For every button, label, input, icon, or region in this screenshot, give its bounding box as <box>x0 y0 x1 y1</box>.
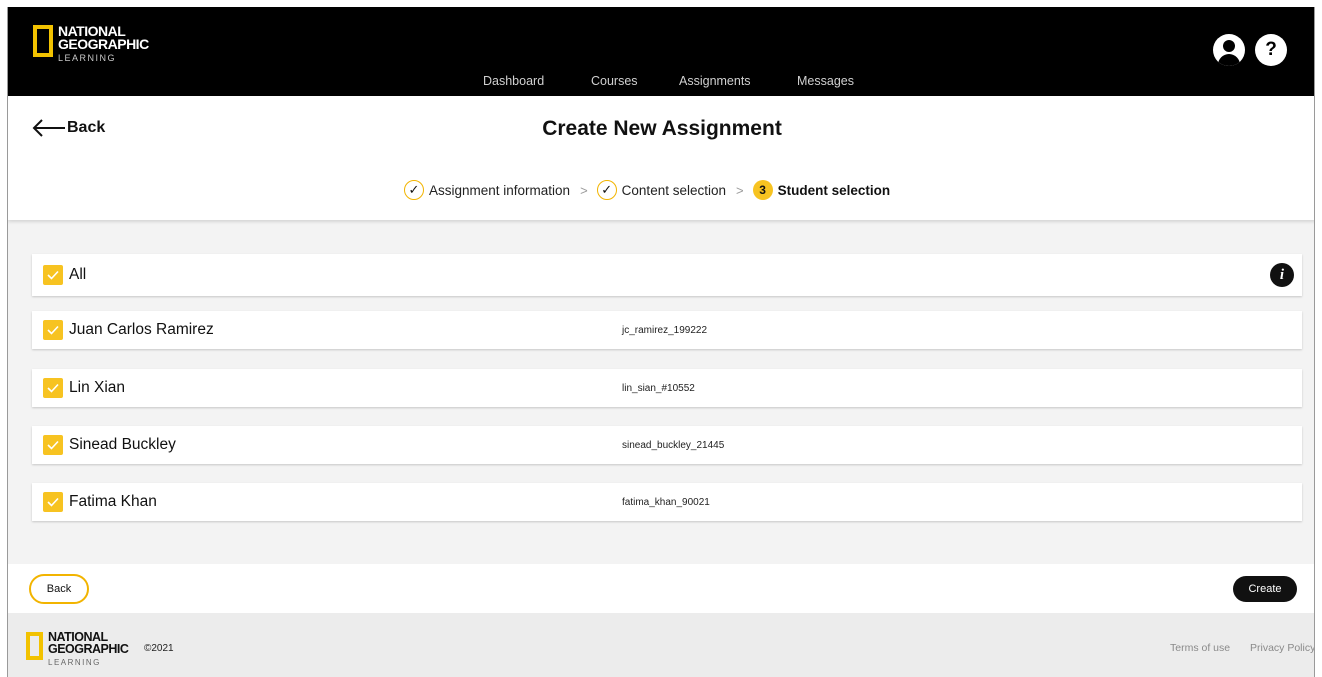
student-row: Lin Xian lin_sian_#10552 <box>32 369 1302 407</box>
student-name: Juan Carlos Ramirez <box>69 321 214 338</box>
action-bar: Back Create <box>8 564 1314 613</box>
checkmark-icon <box>47 383 59 393</box>
logo-yellow-border-icon <box>33 25 53 57</box>
nav-messages[interactable]: Messages <box>797 74 854 88</box>
step-3-number-icon: 3 <box>752 180 773 200</box>
step-separator-chevron-icon: > <box>580 182 588 198</box>
user-icon-body <box>1218 54 1240 66</box>
student-name: Sinead Buckley <box>69 436 176 453</box>
footer-brand-logo[interactable]: NATIONAL GEOGRAPHIC LEARNING <box>26 631 129 668</box>
select-all-row: All i <box>32 254 1302 296</box>
logo-yellow-border-icon <box>26 632 43 660</box>
app-window: NATIONAL GEOGRAPHIC LEARNING Dashboard C… <box>7 7 1315 677</box>
step-1-label[interactable]: Assignment information <box>429 183 570 198</box>
checkmark-icon <box>47 270 59 280</box>
footer-logo-line-2: GEOGRAPHIC <box>48 641 129 656</box>
student-checkbox[interactable] <box>43 492 63 512</box>
logo-line-2: GEOGRAPHIC <box>58 36 149 52</box>
student-row: Fatima Khan fatima_khan_90021 <box>32 483 1302 521</box>
student-name: Lin Xian <box>69 379 126 396</box>
top-navigation-bar: NATIONAL GEOGRAPHIC LEARNING Dashboard C… <box>8 7 1314 96</box>
terms-of-use-link[interactable]: Terms of use <box>1170 642 1230 654</box>
main-nav: Dashboard Courses Assignments Messages <box>8 74 1314 90</box>
step-3-label[interactable]: Student selection <box>778 183 891 198</box>
page-title: Create New Assignment <box>542 117 782 140</box>
checkmark-icon <box>47 325 59 335</box>
nav-courses[interactable]: Courses <box>591 74 638 88</box>
checkmark-icon <box>47 440 59 450</box>
student-checkbox[interactable] <box>43 320 63 340</box>
student-name: Fatima Khan <box>69 493 157 510</box>
create-button[interactable]: Create <box>1233 576 1297 602</box>
footer-logo-text: NATIONAL GEOGRAPHIC LEARNING <box>48 631 129 668</box>
student-row: Sinead Buckley sinead_buckley_21445 <box>32 426 1302 464</box>
student-username: fatima_khan_90021 <box>622 496 710 508</box>
checkmark-icon <box>47 497 59 507</box>
step-2-check-icon: ✓ <box>596 180 617 200</box>
select-all-label: All <box>69 266 87 283</box>
copyright-text: ©2021 <box>144 643 174 654</box>
page-footer: NATIONAL GEOGRAPHIC LEARNING ©2021 Terms… <box>8 613 1314 677</box>
nav-assignments[interactable]: Assignments <box>679 74 751 88</box>
privacy-policy-link[interactable]: Privacy Policy <box>1250 642 1314 654</box>
logo-line-3: LEARNING <box>58 53 117 63</box>
student-row: Juan Carlos Ramirez jc_ramirez_199222 <box>32 311 1302 349</box>
student-checkbox[interactable] <box>43 435 63 455</box>
step-1-check-icon: ✓ <box>404 180 424 200</box>
step-separator-chevron-icon: > <box>736 182 744 198</box>
student-username: jc_ramirez_199222 <box>622 324 708 336</box>
back-button[interactable]: Back <box>29 574 89 604</box>
info-icon[interactable]: i <box>1270 263 1294 287</box>
footer-logo-line-3: LEARNING <box>48 658 101 667</box>
student-username: lin_sian_#10552 <box>622 382 695 394</box>
student-username: sinead_buckley_21445 <box>622 439 725 451</box>
brand-logo[interactable]: NATIONAL GEOGRAPHIC LEARNING <box>33 24 149 64</box>
page-header: Back Create New Assignment ✓ Assignment … <box>8 96 1314 220</box>
step-2-label[interactable]: Content selection <box>622 183 726 198</box>
assignment-stepper: ✓ Assignment information > ✓ Content sel… <box>404 179 890 201</box>
student-checkbox[interactable] <box>43 378 63 398</box>
user-icon[interactable] <box>1213 34 1245 66</box>
user-icon-head <box>1223 40 1235 52</box>
nav-dashboard[interactable]: Dashboard <box>483 74 544 88</box>
select-all-checkbox[interactable] <box>43 265 63 285</box>
logo-text: NATIONAL GEOGRAPHIC LEARNING <box>58 24 149 64</box>
help-icon[interactable]: ? <box>1255 34 1287 66</box>
